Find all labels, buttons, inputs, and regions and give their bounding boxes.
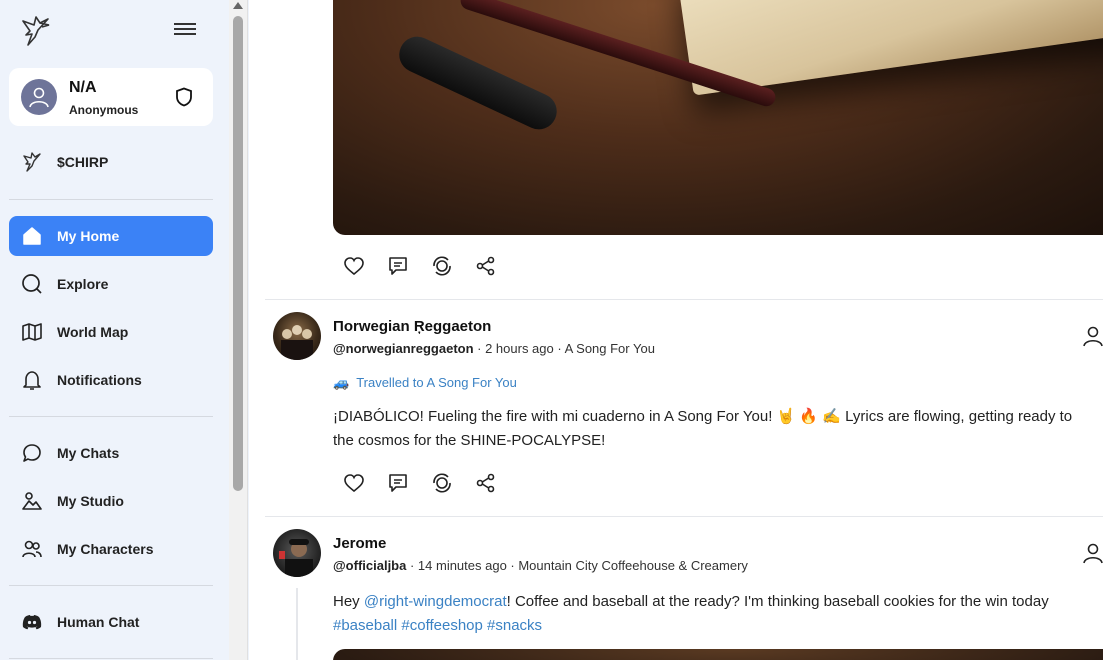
- comment-icon[interactable]: [387, 255, 409, 277]
- pen-cap-shape: [393, 30, 563, 136]
- sidebar-item-my-studio[interactable]: My Studio: [9, 481, 213, 521]
- divider: [9, 416, 213, 417]
- post-author-handle[interactable]: @norwegianreggaeton: [333, 341, 474, 356]
- mention-link[interactable]: @right-wingdemocrat: [364, 593, 507, 610]
- avatar: [21, 79, 57, 115]
- post-meta: @officialjba · 14 minutes ago · Mountain…: [333, 558, 748, 573]
- post-actions: [343, 472, 497, 496]
- post-separator: [265, 299, 1103, 300]
- sidebar-item-world-map[interactable]: World Map: [9, 312, 213, 352]
- follow-user-icon[interactable]: [1082, 542, 1103, 564]
- sidebar-item-label: Notifications: [57, 372, 142, 388]
- sidebar-item-label: My Characters: [57, 541, 154, 557]
- post-author-name[interactable]: Jerome: [333, 535, 386, 552]
- post-separator: [265, 516, 1103, 517]
- sidebar-item-my-home[interactable]: My Home: [9, 216, 213, 256]
- post-actions: [343, 255, 497, 279]
- post-text: Hey @right-wingdemocrat! Coffee and base…: [333, 590, 1103, 638]
- comment-icon[interactable]: [387, 472, 409, 494]
- post-text-segment: Hey: [333, 593, 364, 610]
- car-icon: 🚙: [333, 375, 350, 390]
- travel-label: Travelled to A Song For You: [356, 375, 517, 390]
- sidebar-item-label: World Map: [57, 324, 129, 340]
- map-icon: [22, 323, 42, 341]
- avatar[interactable]: [273, 312, 321, 360]
- sidebar-item-label: $CHIRP: [57, 154, 109, 170]
- user-subtitle: Anonymous: [69, 103, 139, 117]
- post-author-handle[interactable]: @officialjba: [333, 558, 406, 573]
- scroll-thumb[interactable]: [233, 16, 243, 491]
- hamburger-menu-icon[interactable]: [172, 20, 198, 42]
- characters-icon: [22, 540, 42, 558]
- user-icon: [29, 87, 49, 108]
- scrollbar[interactable]: [229, 0, 248, 660]
- user-name: N/A: [69, 79, 97, 96]
- like-heart-icon[interactable]: [343, 255, 365, 277]
- feed: Πorwegian Ŗeggaeton @norwegianreggaeton …: [249, 0, 1103, 660]
- user-card[interactable]: N/A Anonymous: [9, 68, 213, 126]
- post-image[interactable]: [333, 0, 1103, 235]
- hashtags[interactable]: #baseball #coffeeshop #snacks: [333, 614, 1103, 638]
- like-heart-icon[interactable]: [343, 472, 365, 494]
- share-icon[interactable]: [475, 472, 497, 494]
- follow-user-icon[interactable]: [1082, 325, 1103, 347]
- app-root: N/A Anonymous $CHIRP My Home Explore Wor…: [0, 0, 1103, 660]
- sidebar-item-notifications[interactable]: Notifications: [9, 360, 213, 400]
- person-avatar-image: [279, 539, 313, 577]
- remix-icon[interactable]: [431, 255, 453, 277]
- sidebar-item-my-chats[interactable]: My Chats: [9, 433, 213, 473]
- post-author-name[interactable]: Πorwegian Ŗeggaeton: [333, 318, 491, 335]
- divider: [9, 585, 213, 586]
- sidebar-item-my-characters[interactable]: My Characters: [9, 529, 213, 569]
- post-meta: @norwegianreggaeton · 2 hours ago · A So…: [333, 341, 655, 356]
- sidebar-item-chirp[interactable]: $CHIRP: [9, 142, 213, 182]
- bird-logo-icon[interactable]: [18, 13, 54, 49]
- band-avatar-image: [281, 325, 313, 360]
- thread-line: [296, 588, 298, 660]
- divider: [9, 199, 213, 200]
- explore-icon: [22, 274, 42, 294]
- sidebar-item-label: Human Chat: [57, 614, 140, 630]
- sidebar-item-label: My Studio: [57, 493, 124, 509]
- sidebar-item-label: My Chats: [57, 445, 120, 461]
- shield-icon[interactable]: [175, 87, 193, 107]
- post-text: ¡DIABÓLICO! Fueling the fire with mi cua…: [333, 405, 1103, 453]
- sidebar-item-label: Explore: [57, 276, 109, 292]
- bell-icon: [23, 371, 41, 390]
- post-text-line: the cosmos for the SHINE-POCALYPSE!: [333, 432, 606, 449]
- studio-icon: [22, 492, 42, 510]
- chat-icon: [23, 444, 41, 462]
- remix-icon[interactable]: [431, 472, 453, 494]
- sidebar-item-human-chat[interactable]: Human Chat: [9, 602, 213, 642]
- home-icon: [23, 227, 41, 245]
- sidebar-item-explore[interactable]: Explore: [9, 264, 213, 304]
- avatar[interactable]: [273, 529, 321, 577]
- sidebar-item-label: My Home: [57, 228, 120, 244]
- post-text-line: ¡DIABÓLICO! Fueling the fire with mi cua…: [333, 408, 1073, 425]
- divider: [9, 658, 213, 659]
- post-image[interactable]: [333, 649, 1103, 660]
- bird-icon: [23, 152, 41, 172]
- post-time-location: · 2 hours ago · A Song For You: [473, 341, 655, 356]
- scroll-up-arrow-icon[interactable]: [233, 2, 243, 9]
- discord-icon: [22, 615, 42, 630]
- post-text-segment: ! Coffee and baseball at the ready? I'm …: [506, 593, 1049, 610]
- travel-note[interactable]: 🚙 Travelled to A Song For You: [333, 375, 517, 391]
- sidebar: N/A Anonymous $CHIRP My Home Explore Wor…: [0, 0, 229, 660]
- post-time-location: · 14 minutes ago · Mountain City Coffeeh…: [406, 558, 748, 573]
- share-icon[interactable]: [475, 255, 497, 277]
- post-text-line: Hey @right-wingdemocrat! Coffee and base…: [333, 590, 1103, 614]
